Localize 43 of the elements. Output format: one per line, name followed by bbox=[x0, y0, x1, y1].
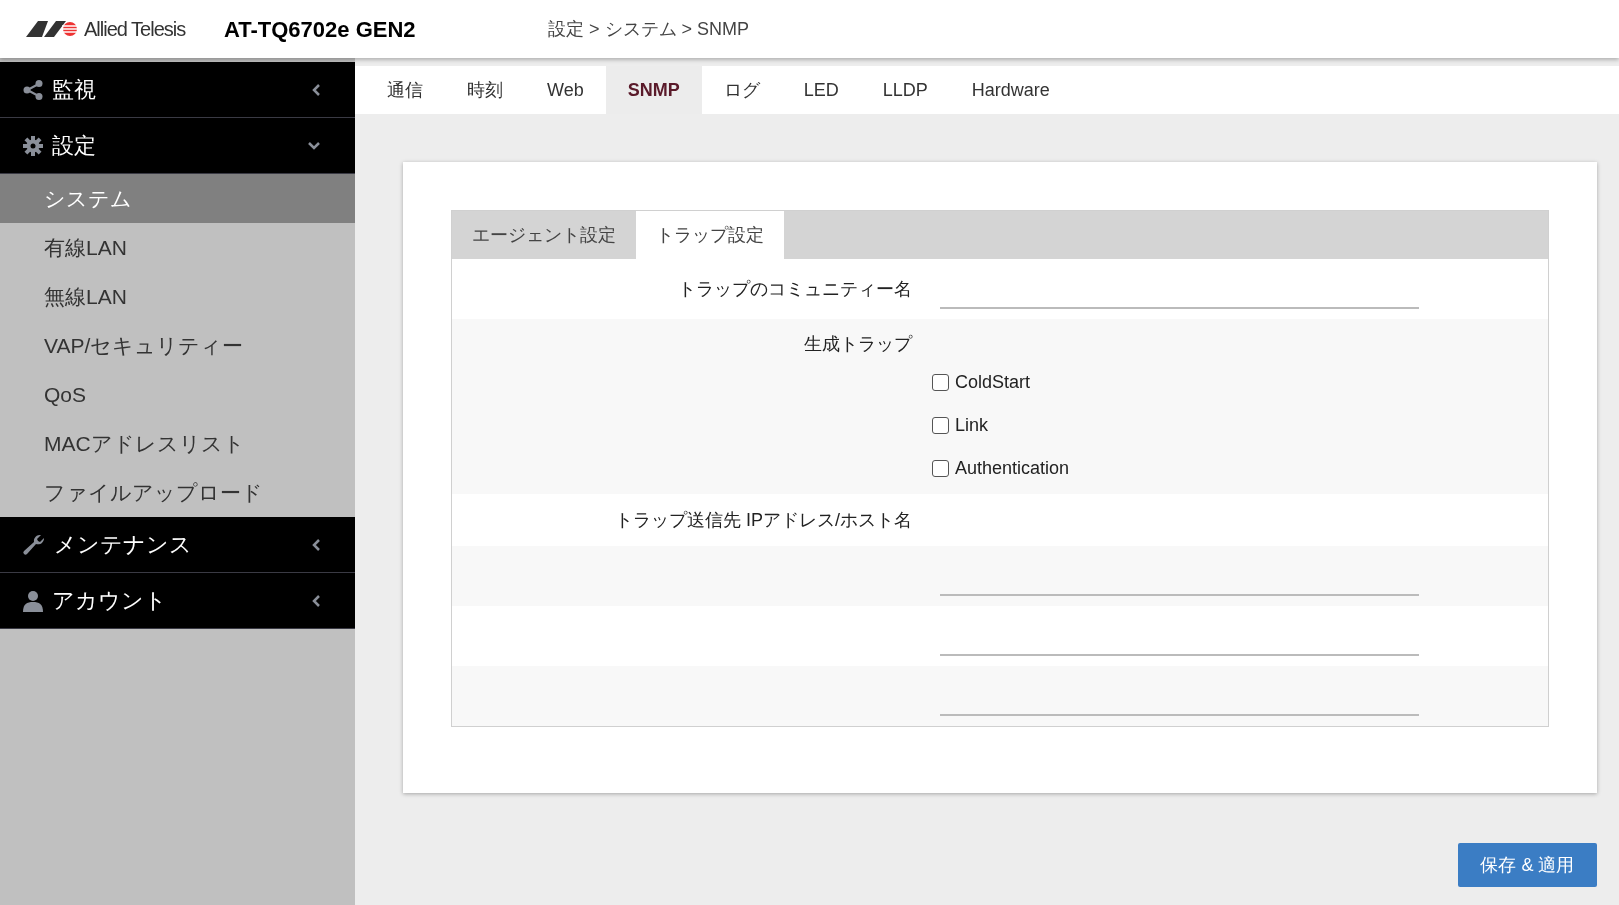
tab[interactable]: ログ bbox=[701, 66, 782, 114]
checkbox-label: Authentication bbox=[955, 457, 1070, 480]
checkbox[interactable] bbox=[932, 374, 949, 391]
field-label: トラップのコミュニティー名 bbox=[677, 277, 913, 301]
tab[interactable]: 通信 bbox=[365, 66, 445, 114]
sidebar-section[interactable]: アカウント bbox=[0, 573, 355, 629]
tab[interactable]: 時刻 bbox=[445, 66, 525, 114]
gear-icon bbox=[22, 134, 44, 157]
chevron-left-icon bbox=[311, 82, 321, 97]
breadcrumb: 設定 > システム > SNMP bbox=[548, 17, 750, 41]
tab[interactable]: SNMP bbox=[605, 66, 702, 114]
chevron-left-icon bbox=[311, 593, 321, 608]
user-icon bbox=[22, 589, 44, 612]
sidebar-item[interactable]: ファイルアップロード bbox=[0, 468, 355, 517]
subtab[interactable]: トラップ設定 bbox=[636, 211, 784, 259]
tab[interactable]: LED bbox=[781, 66, 861, 114]
sidebar-section[interactable]: 監視 bbox=[0, 62, 355, 118]
sidebar-section[interactable]: 設定 bbox=[0, 118, 355, 174]
field-label: 生成トラップ bbox=[803, 333, 914, 356]
sidebar-item[interactable]: 有線LAN bbox=[0, 223, 355, 272]
tab[interactable]: Hardware bbox=[949, 66, 1072, 114]
sidebar-item[interactable]: システム bbox=[0, 174, 355, 223]
field-label: トラップ送信先 IPアドレス/ホスト名 bbox=[614, 508, 913, 532]
brand-name: Allied Telesis bbox=[84, 17, 186, 42]
device-model: AT-TQ6702e GEN2 bbox=[224, 15, 417, 44]
share-icon bbox=[22, 78, 44, 101]
sidebar-section[interactable]: メンテナンス bbox=[0, 517, 355, 573]
wrench-icon bbox=[22, 532, 46, 557]
checkbox-label: ColdStart bbox=[955, 371, 1031, 394]
chevron-left-icon bbox=[311, 537, 321, 552]
sidebar-item[interactable]: VAP/セキュリティー bbox=[0, 321, 355, 370]
checkbox[interactable] bbox=[932, 460, 949, 477]
tab[interactable]: LLDP bbox=[860, 66, 950, 114]
tab[interactable]: Web bbox=[525, 66, 606, 114]
logo-icon bbox=[26, 20, 80, 38]
checkbox-label: Link bbox=[955, 414, 989, 437]
sidebar-item[interactable]: QoS bbox=[0, 370, 355, 419]
save-apply-button[interactable]: 保存 & 適用 bbox=[1458, 843, 1597, 887]
sidebar-item[interactable]: MACアドレスリスト bbox=[0, 419, 355, 468]
subtab[interactable]: エージェント設定 bbox=[452, 211, 636, 259]
sidebar-item[interactable]: 無線LAN bbox=[0, 272, 355, 321]
chevron-down-icon bbox=[307, 140, 321, 151]
checkbox[interactable] bbox=[932, 417, 949, 434]
